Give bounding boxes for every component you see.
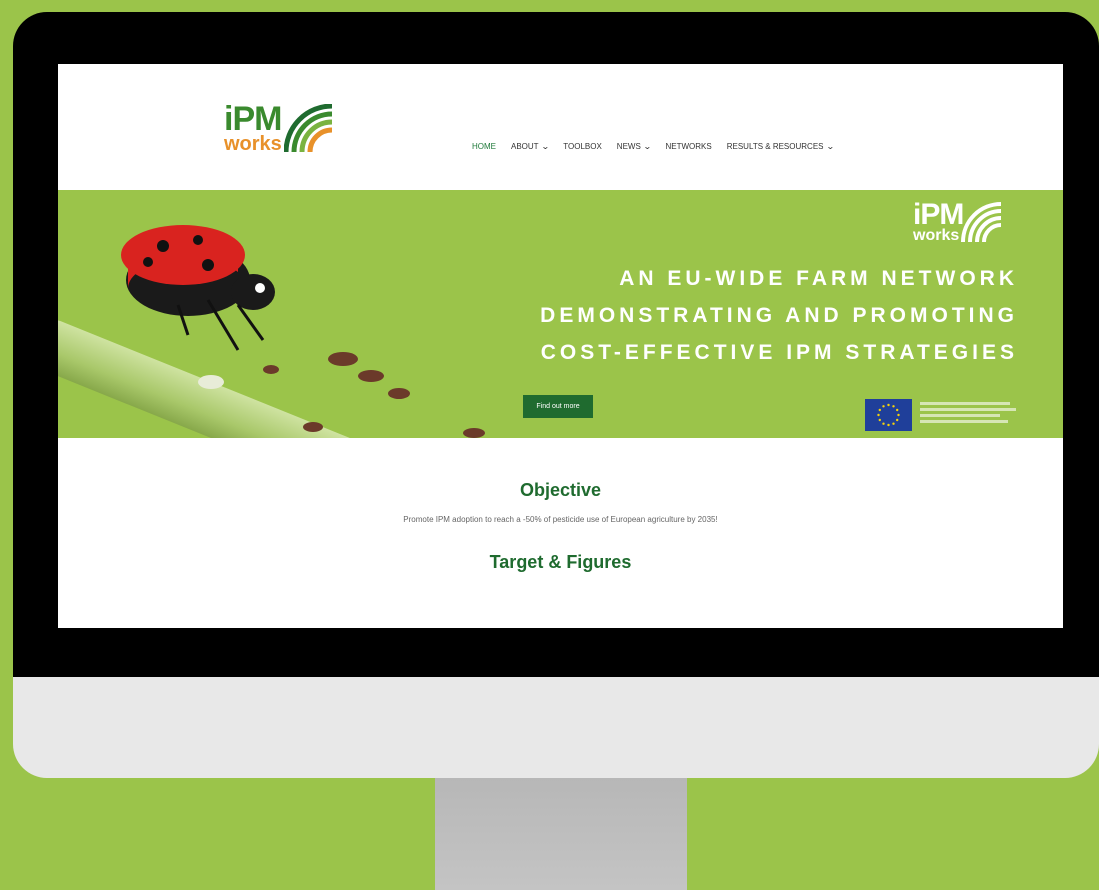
eu-funding-notice xyxy=(920,402,1016,426)
main-nav: HOME ABOUT ⌄ TOOLBOX NEWS ⌄ NETWORKS RES… xyxy=(472,142,848,151)
nav-item-news[interactable]: NEWS ⌄ xyxy=(616,142,652,151)
aphid-image xyxy=(303,422,323,432)
find-out-more-button[interactable]: Find out more xyxy=(523,395,593,418)
nav-item-home[interactable]: HOME xyxy=(472,142,496,151)
nav-item-label: HOME xyxy=(472,142,496,151)
nav-item-results-resources[interactable]: RESULTS & RESOURCES ⌄ xyxy=(726,142,835,151)
hero-banner: iPM works AN EU-WIDE FARM NETWORK DEMONS… xyxy=(58,190,1063,438)
site-logo[interactable]: iPM works xyxy=(224,96,344,158)
hero-logo: iPM works xyxy=(913,198,1018,248)
logo-arcs-icon xyxy=(961,202,1002,243)
hero-headline-line: AN EU-WIDE FARM NETWORK xyxy=(619,267,1018,290)
nav-item-networks[interactable]: NETWORKS xyxy=(666,142,712,151)
logo-text-ipm: iPM xyxy=(224,100,282,138)
logo-arcs-icon xyxy=(284,104,333,153)
aphid-image xyxy=(463,428,485,438)
monitor-chin xyxy=(13,677,1099,778)
nav-item-label: RESULTS & RESOURCES xyxy=(726,142,824,151)
monitor-screen: iPM works HOME ABOUT ⌄ TOOLBOX NEWS ⌄ NE… xyxy=(58,64,1063,628)
chevron-down-icon: ⌄ xyxy=(825,142,835,151)
hero-headline-line: DEMONSTRATING AND PROMOTING xyxy=(540,304,1018,327)
logo-text-works: works xyxy=(224,133,282,155)
aphid-image xyxy=(263,365,279,374)
nav-item-toolbox[interactable]: TOOLBOX xyxy=(563,142,602,151)
aphid-image xyxy=(358,370,384,382)
chevron-down-icon: ⌄ xyxy=(642,142,652,151)
objective-text: Promote IPM adoption to reach a -50% of … xyxy=(403,515,718,524)
ladybug-image xyxy=(121,225,275,351)
targets-heading: Target & Figures xyxy=(489,552,632,572)
nav-item-label: NEWS xyxy=(616,142,641,151)
nav-item-about[interactable]: ABOUT ⌄ xyxy=(511,142,550,151)
monitor-stand xyxy=(435,778,687,890)
objective-section: Objective Promote IPM adoption to reach … xyxy=(58,438,1063,628)
nav-item-label: NETWORKS xyxy=(665,142,712,151)
nav-item-label: ABOUT xyxy=(511,142,539,151)
aphid-image xyxy=(198,375,224,389)
logo-text-works: works xyxy=(913,227,960,244)
chevron-down-icon: ⌄ xyxy=(540,142,550,151)
eu-flag-icon xyxy=(865,399,912,431)
objective-heading: Objective xyxy=(519,480,602,500)
hero-headline: AN EU-WIDE FARM NETWORK DEMONSTRATING AN… xyxy=(540,260,1018,371)
aphid-image xyxy=(328,352,358,366)
aphid-image xyxy=(388,388,410,399)
site-header: iPM works HOME ABOUT ⌄ TOOLBOX NEWS ⌄ NE… xyxy=(58,64,1063,190)
nav-item-label: TOOLBOX xyxy=(563,142,602,151)
hero-headline-line: COST-EFFECTIVE IPM STRATEGIES xyxy=(540,341,1018,364)
